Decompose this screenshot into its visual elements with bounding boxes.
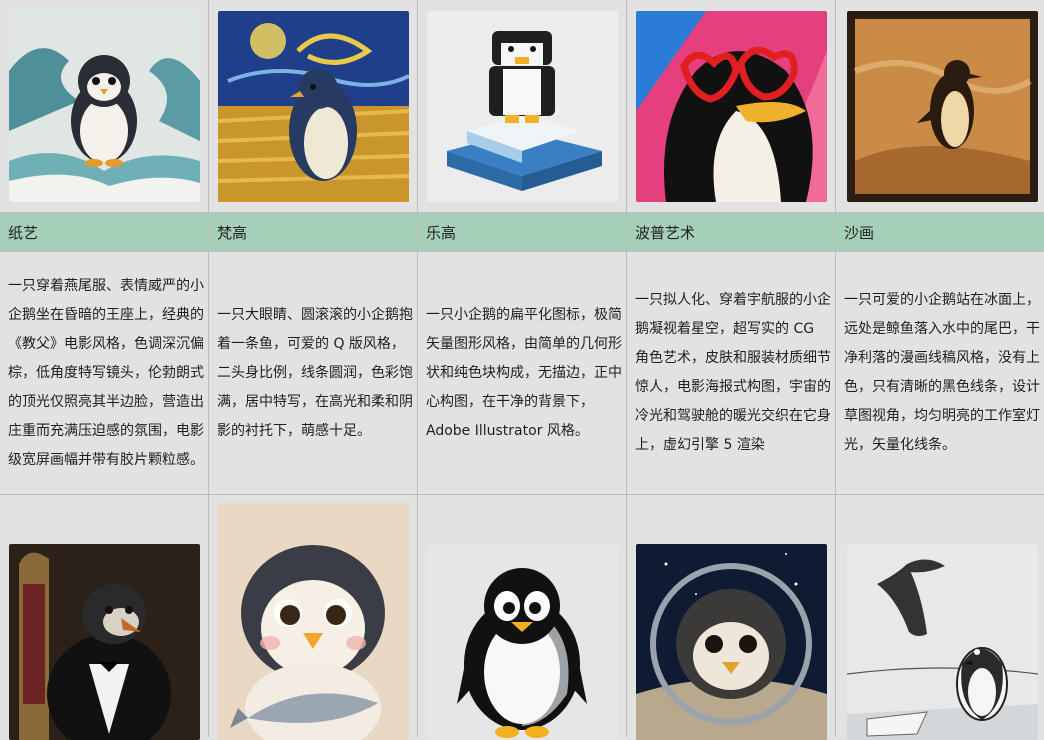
chibi-penguin-image (217, 503, 409, 740)
style-label: 沙画 (836, 213, 1044, 251)
sketch-penguin-image (846, 544, 1038, 740)
image-cell (209, 495, 417, 740)
style-description: 一只穿着燕尾服、表情威严的小企鹅坐在昏暗的王座上，经典的《教父》电影风格，色调深… (0, 252, 208, 494)
description-text: 一只拟人化、穿着宇航服的小企鹅凝视着星空，超写实的 CG 角色艺术，皮肤和服装材… (635, 292, 831, 453)
lego-penguin-image (426, 10, 618, 202)
godfather-penguin-image (8, 544, 200, 740)
image-cell (209, 0, 417, 212)
description-text: 一只穿着燕尾服、表情威严的小企鹅坐在昏暗的王座上，经典的《教父》电影风格，色调深… (8, 277, 204, 468)
style-description: 一只大眼睛、圆滚滚的小企鹅抱着一条鱼，可爱的 Q 版风格，二头身比例，线条圆润，… (209, 252, 417, 494)
sand-art-penguin-image (846, 10, 1038, 202)
style-label: 乐高 (418, 213, 626, 251)
style-comparison-table: 纸艺 梵高 乐高 波普艺术 沙画 一只穿着燕尾服、表情威严的小企鹅坐在昏暗的王座… (0, 0, 1044, 740)
image-cell (836, 495, 1044, 740)
image-cell (627, 0, 835, 212)
image-cell (418, 0, 626, 212)
image-cell (627, 495, 835, 740)
style-label: 纸艺 (0, 213, 208, 251)
description-text: 一只可爱的小企鹅站在冰面上，远处是鲸鱼落入水中的尾巴，干净利落的漫画线稿风格，没… (844, 292, 1040, 453)
style-label: 波普艺术 (627, 213, 835, 251)
image-cell (0, 0, 208, 212)
flat-vector-penguin-image (426, 544, 618, 740)
paper-art-penguin-image (8, 10, 200, 202)
style-description: 一只拟人化、穿着宇航服的小企鹅凝视着星空，超写实的 CG 角色艺术，皮肤和服装材… (627, 252, 835, 494)
pop-art-penguin-image (635, 10, 827, 202)
van-gogh-penguin-image (217, 10, 409, 202)
description-text: 一只大眼睛、圆滚滚的小企鹅抱着一条鱼，可爱的 Q 版风格，二头身比例，线条圆润，… (217, 306, 413, 439)
style-label: 梵高 (209, 213, 417, 251)
description-text: 一只小企鹅的扁平化图标，极简矢量图形风格，由简单的几何形状和纯色块构成，无描边，… (426, 306, 622, 439)
style-description: 一只小企鹅的扁平化图标，极简矢量图形风格，由简单的几何形状和纯色块构成，无描边，… (418, 252, 626, 494)
astronaut-penguin-image (635, 544, 827, 740)
image-cell (418, 495, 626, 740)
image-cell (0, 495, 208, 740)
style-description: 一只可爱的小企鹅站在冰面上，远处是鲸鱼落入水中的尾巴，干净利落的漫画线稿风格，没… (836, 252, 1044, 494)
image-cell (836, 0, 1044, 212)
